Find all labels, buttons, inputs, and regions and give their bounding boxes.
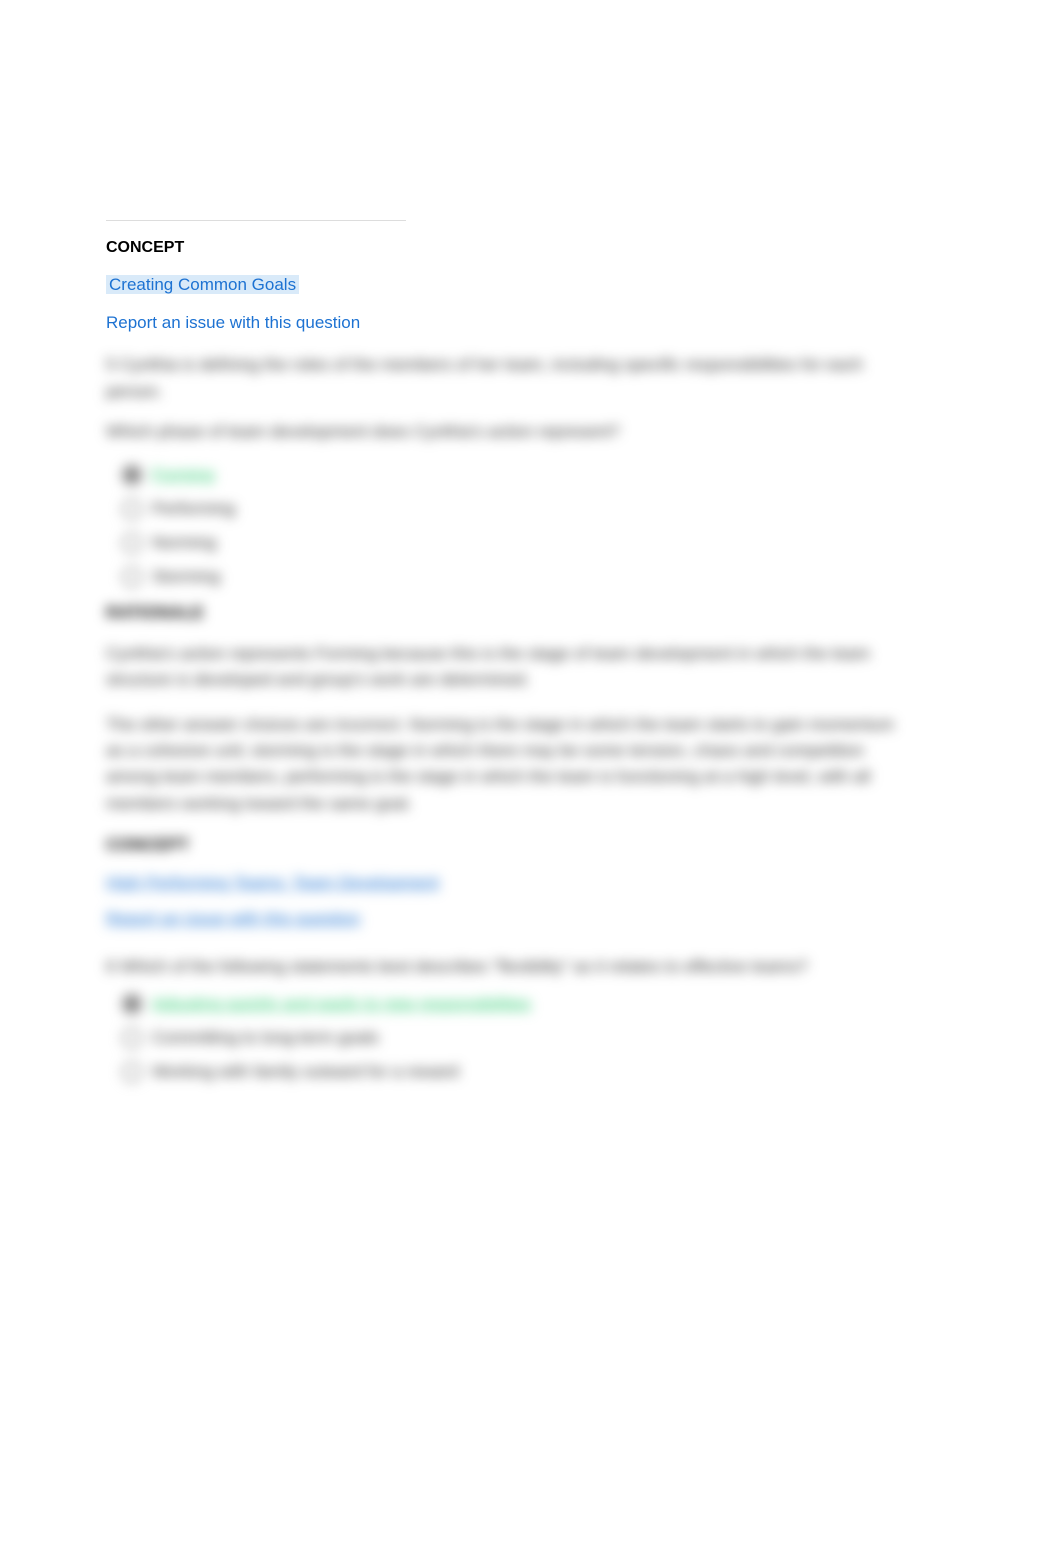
rationale-paragraph: Cynthia's action represents Forming beca… [106, 641, 906, 694]
question-prompt: 5 Cynthia is defining the roles of the m… [106, 351, 906, 405]
document-content: CONCEPT Creating Common Goals Report an … [106, 220, 906, 1098]
options-group: Forming Performing Norming Storming [122, 465, 906, 587]
rationale-paragraph: The other answer choices are incorrect. … [106, 712, 906, 817]
option-label: Performing [152, 499, 235, 519]
radio-icon [122, 533, 142, 553]
concept-link[interactable]: High Performing Teams: Team Development [106, 873, 906, 893]
option-flexibility-2[interactable]: Committing to long-term goals [122, 1028, 906, 1048]
question-scenario: Cynthia is defining the roles of the mem… [106, 355, 863, 401]
radio-icon [122, 1062, 142, 1082]
question-text: Which of the following statements best d… [120, 957, 807, 976]
question-number: 5 [106, 355, 115, 374]
options-group: Adjusting quickly and easily to new resp… [122, 994, 906, 1082]
concept-heading: CONCEPT [106, 835, 906, 855]
option-label: Norming [152, 533, 216, 553]
report-issue-link[interactable]: Report an issue with this question [106, 313, 906, 333]
question-number: 6 [106, 957, 115, 976]
divider [106, 220, 406, 221]
option-forming[interactable]: Forming [122, 465, 906, 485]
report-issue-link[interactable]: Report an issue with this question [106, 909, 906, 929]
option-label: Working with family outward for a reward [152, 1062, 459, 1082]
option-label: Storming [152, 567, 220, 587]
question-prompt: 6 Which of the following statements best… [106, 953, 906, 980]
option-label: Adjusting quickly and easily to new resp… [152, 994, 531, 1014]
radio-selected-icon [122, 994, 142, 1014]
radio-icon [122, 567, 142, 587]
blurred-section: 5 Cynthia is defining the roles of the m… [106, 351, 906, 1082]
rationale-heading: RATIONALE [106, 603, 906, 623]
question-text: Which phase of team development does Cyn… [106, 419, 906, 445]
option-label: Committing to long-term goals [152, 1028, 379, 1048]
concept-link[interactable]: Creating Common Goals [106, 275, 906, 295]
option-flexibility-3[interactable]: Working with family outward for a reward [122, 1062, 906, 1082]
option-norming[interactable]: Norming [122, 533, 906, 553]
option-storming[interactable]: Storming [122, 567, 906, 587]
option-performing[interactable]: Performing [122, 499, 906, 519]
radio-icon [122, 1028, 142, 1048]
radio-selected-icon [122, 465, 142, 485]
concept-heading: CONCEPT [106, 239, 906, 257]
option-label: Forming [152, 465, 214, 485]
concept-link-text: Creating Common Goals [106, 275, 299, 294]
option-flexibility-1[interactable]: Adjusting quickly and easily to new resp… [122, 994, 906, 1014]
radio-icon [122, 499, 142, 519]
